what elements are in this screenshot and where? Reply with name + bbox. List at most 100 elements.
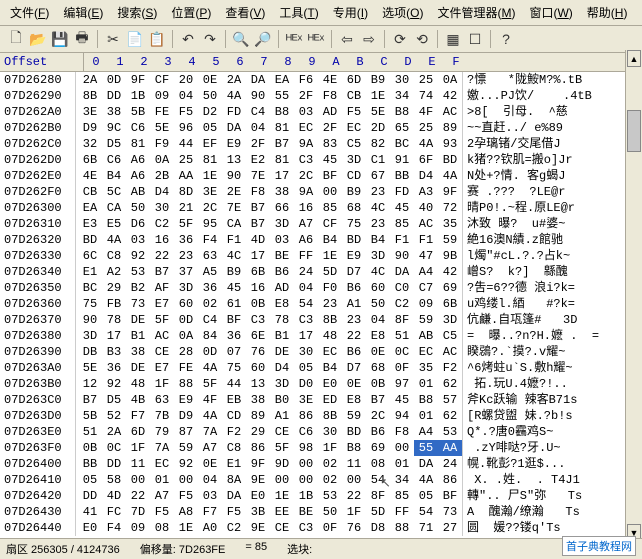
- hex-byte[interactable]: CF: [150, 72, 174, 88]
- hex-byte[interactable]: 83: [318, 136, 342, 152]
- hex-byte[interactable]: C5: [342, 136, 366, 152]
- hex-row[interactable]: 2A0D9FCF200E2ADAEAF64E6DB930250A: [76, 72, 462, 88]
- hex-byte[interactable]: EC: [294, 120, 318, 136]
- hex-byte[interactable]: 04: [294, 280, 318, 296]
- hex-byte[interactable]: C7: [414, 280, 438, 296]
- hex-byte[interactable]: E0: [318, 376, 342, 392]
- hex-byte[interactable]: 02: [318, 472, 342, 488]
- hex-byte[interactable]: 23: [174, 248, 198, 264]
- hex-byte[interactable]: A6: [126, 168, 150, 184]
- hex-byte[interactable]: 17: [102, 328, 126, 344]
- hex-byte[interactable]: A7: [294, 216, 318, 232]
- hex-byte[interactable]: B6: [366, 424, 390, 440]
- hex-byte[interactable]: BC: [390, 136, 414, 152]
- hex-byte[interactable]: 9E: [246, 472, 270, 488]
- hex-byte[interactable]: 1E: [318, 248, 342, 264]
- offset-cell[interactable]: 07D262D0: [0, 152, 75, 168]
- hex-byte[interactable]: 35: [438, 216, 462, 232]
- hex-byte[interactable]: C8: [222, 440, 246, 456]
- hex-byte[interactable]: C3: [246, 312, 270, 328]
- hex-byte[interactable]: 38: [102, 104, 126, 120]
- hex-byte[interactable]: 30: [390, 72, 414, 88]
- hex-byte[interactable]: 4E: [318, 72, 342, 88]
- hex-byte[interactable]: 4A: [438, 168, 462, 184]
- hex-byte[interactable]: B7: [246, 216, 270, 232]
- hex-byte[interactable]: C1: [366, 152, 390, 168]
- hex-byte[interactable]: 00: [126, 472, 150, 488]
- hex-byte[interactable]: 66: [270, 200, 294, 216]
- hex-byte[interactable]: 81: [270, 120, 294, 136]
- hex-byte[interactable]: E8: [342, 392, 366, 408]
- hex-byte[interactable]: 2F: [294, 88, 318, 104]
- hex-byte[interactable]: 36: [174, 232, 198, 248]
- hex-byte[interactable]: 82: [366, 136, 390, 152]
- hex-byte[interactable]: C5: [438, 328, 462, 344]
- hex-byte[interactable]: D4: [150, 184, 174, 200]
- hex-byte[interactable]: EF: [198, 136, 222, 152]
- hex-byte[interactable]: C0: [390, 280, 414, 296]
- hex-byte[interactable]: 11: [126, 456, 150, 472]
- hex-byte[interactable]: A2: [102, 264, 126, 280]
- hex-byte[interactable]: 05: [78, 472, 102, 488]
- open-icon[interactable]: 📂: [28, 29, 48, 49]
- arrow-right-icon[interactable]: ⇨: [359, 29, 379, 49]
- hex-byte[interactable]: 5B: [126, 104, 150, 120]
- hex-byte[interactable]: 63: [198, 248, 222, 264]
- hex-byte[interactable]: 3D: [366, 248, 390, 264]
- hex-byte[interactable]: 9A: [294, 136, 318, 152]
- hex-byte[interactable]: 22: [150, 248, 174, 264]
- hex-byte[interactable]: 1F: [318, 440, 342, 456]
- hex-byte[interactable]: FE: [150, 104, 174, 120]
- app-icon[interactable]: ☐: [465, 29, 485, 49]
- hex-byte[interactable]: CD: [342, 168, 366, 184]
- hex-row[interactable]: 41FC7DF5A8F7F53BEEBE501F5DFF5473: [76, 504, 462, 520]
- save-icon[interactable]: 💾: [50, 29, 70, 49]
- hex-byte[interactable]: 97: [390, 376, 414, 392]
- hex-row[interactable]: 32D581F944EFE92FB79A83C582BC4A93: [76, 136, 462, 152]
- hex-byte[interactable]: 1B: [126, 88, 150, 104]
- print-icon[interactable]: 🖶: [72, 29, 92, 49]
- hex-row[interactable]: B7D54B63E94FEB38B03EEDE8B745B857: [76, 392, 462, 408]
- hex-byte[interactable]: BB: [78, 456, 102, 472]
- hex-byte[interactable]: F8: [246, 184, 270, 200]
- hex-byte[interactable]: BD: [438, 152, 462, 168]
- hex-byte[interactable]: B8: [414, 392, 438, 408]
- ascii-row[interactable]: 2孕璃锗/交尾借J: [467, 136, 599, 152]
- hex-byte[interactable]: 04: [366, 312, 390, 328]
- ascii-row[interactable]: >8[ 引母. ^慈: [467, 104, 599, 120]
- hex-byte[interactable]: F2: [438, 360, 462, 376]
- hex-byte[interactable]: D5: [102, 136, 126, 152]
- hex-byte[interactable]: 6D: [342, 72, 366, 88]
- hex-byte[interactable]: DB: [78, 344, 102, 360]
- hex-byte[interactable]: 4A: [198, 408, 222, 424]
- hex-byte[interactable]: 9E: [246, 520, 270, 536]
- hex-byte[interactable]: B7: [246, 200, 270, 216]
- ascii-row[interactable]: 赛 .??? ?LE@r: [467, 184, 599, 200]
- hex-byte[interactable]: E7: [150, 360, 174, 376]
- offset-cell[interactable]: 07D263F0: [0, 440, 75, 456]
- offset-cell[interactable]: 07D26320: [0, 232, 75, 248]
- hex-byte[interactable]: 7D: [126, 504, 150, 520]
- hex-byte[interactable]: D4: [270, 360, 294, 376]
- hex-byte[interactable]: DE: [126, 312, 150, 328]
- hex-byte[interactable]: F1: [414, 232, 438, 248]
- offset-cell[interactable]: 07D26350: [0, 280, 75, 296]
- ascii-row[interactable]: 斧Kc跃输 辣客B71s: [467, 392, 599, 408]
- hex-byte[interactable]: 5D: [366, 504, 390, 520]
- hex-byte[interactable]: D5: [102, 392, 126, 408]
- hex-byte[interactable]: 94: [390, 408, 414, 424]
- hex-byte[interactable]: 4A: [102, 232, 126, 248]
- hex-byte[interactable]: 8B: [318, 312, 342, 328]
- hex-byte[interactable]: 4D: [246, 232, 270, 248]
- hex-byte[interactable]: C6: [294, 424, 318, 440]
- hex-byte[interactable]: 3D: [438, 312, 462, 328]
- hex-byte[interactable]: A4: [414, 264, 438, 280]
- ascii-row[interactable]: Q*.?唐0靏鸡S~: [467, 424, 599, 440]
- hex-byte[interactable]: B3: [102, 344, 126, 360]
- hex-byte[interactable]: 84: [198, 328, 222, 344]
- hex-byte[interactable]: AC: [438, 104, 462, 120]
- hex-byte[interactable]: 0E: [342, 376, 366, 392]
- hex-byte[interactable]: 59: [342, 408, 366, 424]
- hex-byte[interactable]: C2: [150, 216, 174, 232]
- hex-byte[interactable]: BF: [318, 168, 342, 184]
